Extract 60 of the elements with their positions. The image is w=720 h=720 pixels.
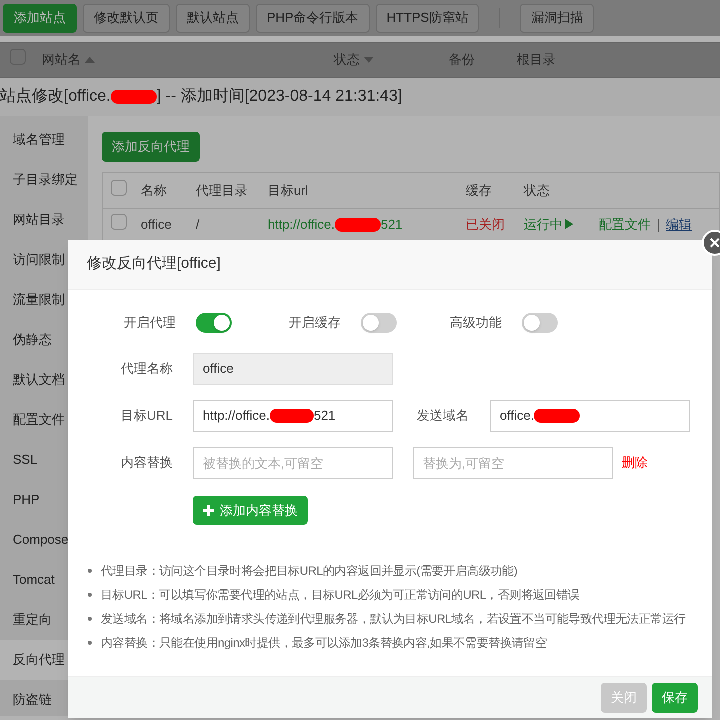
column-header[interactable]: 网站名 bbox=[42, 50, 334, 70]
switch-label: 开启代理 bbox=[124, 314, 176, 332]
field-label: 目标URL bbox=[120, 407, 173, 426]
column-header: 名称 bbox=[141, 182, 168, 200]
checkbox[interactable] bbox=[111, 180, 127, 196]
toggle-switch[interactable] bbox=[361, 313, 397, 333]
toolbar-button[interactable]: 默认站点 bbox=[176, 4, 250, 32]
toolbar-button[interactable]: 漏洞扫描 bbox=[520, 4, 594, 32]
plus-icon bbox=[203, 505, 214, 516]
hint-text: 发送域名：将域名添加到请求头传递到代理服务器，默认为目标URL域名，若设置不当可能导致代理无法正常运行 bbox=[101, 611, 686, 628]
run-status[interactable]: 运行中▶ bbox=[524, 215, 599, 235]
hint-text: 目标URL：可以填写你需要代理的站点，目标URL必须为可正常访问的URL，否则将返回错误 bbox=[101, 587, 580, 604]
cache-status[interactable]: 已关闭 bbox=[466, 215, 524, 235]
replace-from-field[interactable]: 被替换的文本,可留空 bbox=[193, 447, 393, 479]
toolbar-button[interactable]: PHP命令行版本 bbox=[256, 4, 370, 32]
bullet-icon bbox=[88, 569, 92, 573]
bullet-icon bbox=[88, 641, 92, 645]
delete-link[interactable]: 删除 bbox=[622, 453, 648, 473]
column-header: 代理目录 bbox=[196, 182, 249, 200]
column-header[interactable]: 备份 bbox=[449, 50, 517, 70]
column-header: 状态 bbox=[524, 182, 550, 200]
action-link[interactable]: 编辑 bbox=[666, 215, 692, 235]
checkbox[interactable] bbox=[111, 214, 127, 230]
column-header: 目标url bbox=[268, 182, 310, 200]
toggle-switch[interactable] bbox=[196, 313, 232, 333]
column-header: 缓存 bbox=[466, 182, 493, 200]
dialog-button[interactable]: 保存 bbox=[652, 682, 698, 712]
action-link[interactable]: 配置文件 bbox=[599, 215, 651, 235]
bullet-icon bbox=[88, 593, 92, 597]
hint-text: 内容替换：只能在使用nginx时提供，最多可以添加3条替换内容,如果不需要替换请留空 bbox=[101, 635, 548, 652]
bullet-icon bbox=[88, 617, 92, 621]
send-domain-field[interactable]: office. bbox=[490, 400, 690, 432]
field-label: 发送域名 bbox=[417, 407, 470, 426]
field-label: 代理名称 bbox=[120, 360, 173, 378]
column-header[interactable]: 状态 bbox=[334, 50, 449, 70]
hint-text: 代理目录：访问这个目录时将会把目标URL的内容返回并显示(需要开启高级功能) bbox=[101, 563, 518, 580]
column-header[interactable]: 根目录 bbox=[517, 50, 556, 70]
url-link[interactable]: 521 bbox=[380, 215, 403, 235]
proxy-name-field[interactable]: office bbox=[193, 353, 393, 385]
add-proxy-button[interactable]: 添加反向代理 bbox=[102, 132, 200, 162]
toolbar-button[interactable]: 添加站点 bbox=[3, 4, 77, 32]
sidebar-item[interactable]: 子目录绑定 bbox=[0, 160, 88, 200]
table-cell-text: office bbox=[141, 216, 173, 234]
editor-title: 站点修改[office. bbox=[0, 86, 111, 107]
switch-label: 高级功能 bbox=[450, 314, 502, 332]
target-url-field[interactable]: http://office. 521 bbox=[193, 400, 393, 432]
toggle-switch[interactable] bbox=[522, 313, 558, 333]
editor-title: ] -- 添加时间[2023-08-14 21:31:43] bbox=[156, 86, 402, 107]
table-cell-text: / bbox=[196, 216, 201, 234]
switch-label: 开启缓存 bbox=[289, 314, 341, 332]
dialog-title: 修改反向代理[office] bbox=[87, 254, 221, 274]
replace-to-field[interactable]: 替换为,可留空 bbox=[413, 447, 613, 479]
sidebar-item[interactable]: 域名管理 bbox=[0, 120, 88, 160]
toolbar-button[interactable]: HTTPS防窜站 bbox=[376, 4, 480, 32]
toolbar-button[interactable]: 修改默认页 bbox=[83, 4, 170, 32]
field-label: 内容替换 bbox=[120, 454, 173, 472]
add-replace-button[interactable]: 添加内容替换 bbox=[193, 496, 308, 525]
url-link[interactable]: http://office. bbox=[268, 215, 335, 235]
close-icon bbox=[710, 238, 720, 248]
sidebar-item[interactable]: 网站目录 bbox=[0, 200, 88, 240]
